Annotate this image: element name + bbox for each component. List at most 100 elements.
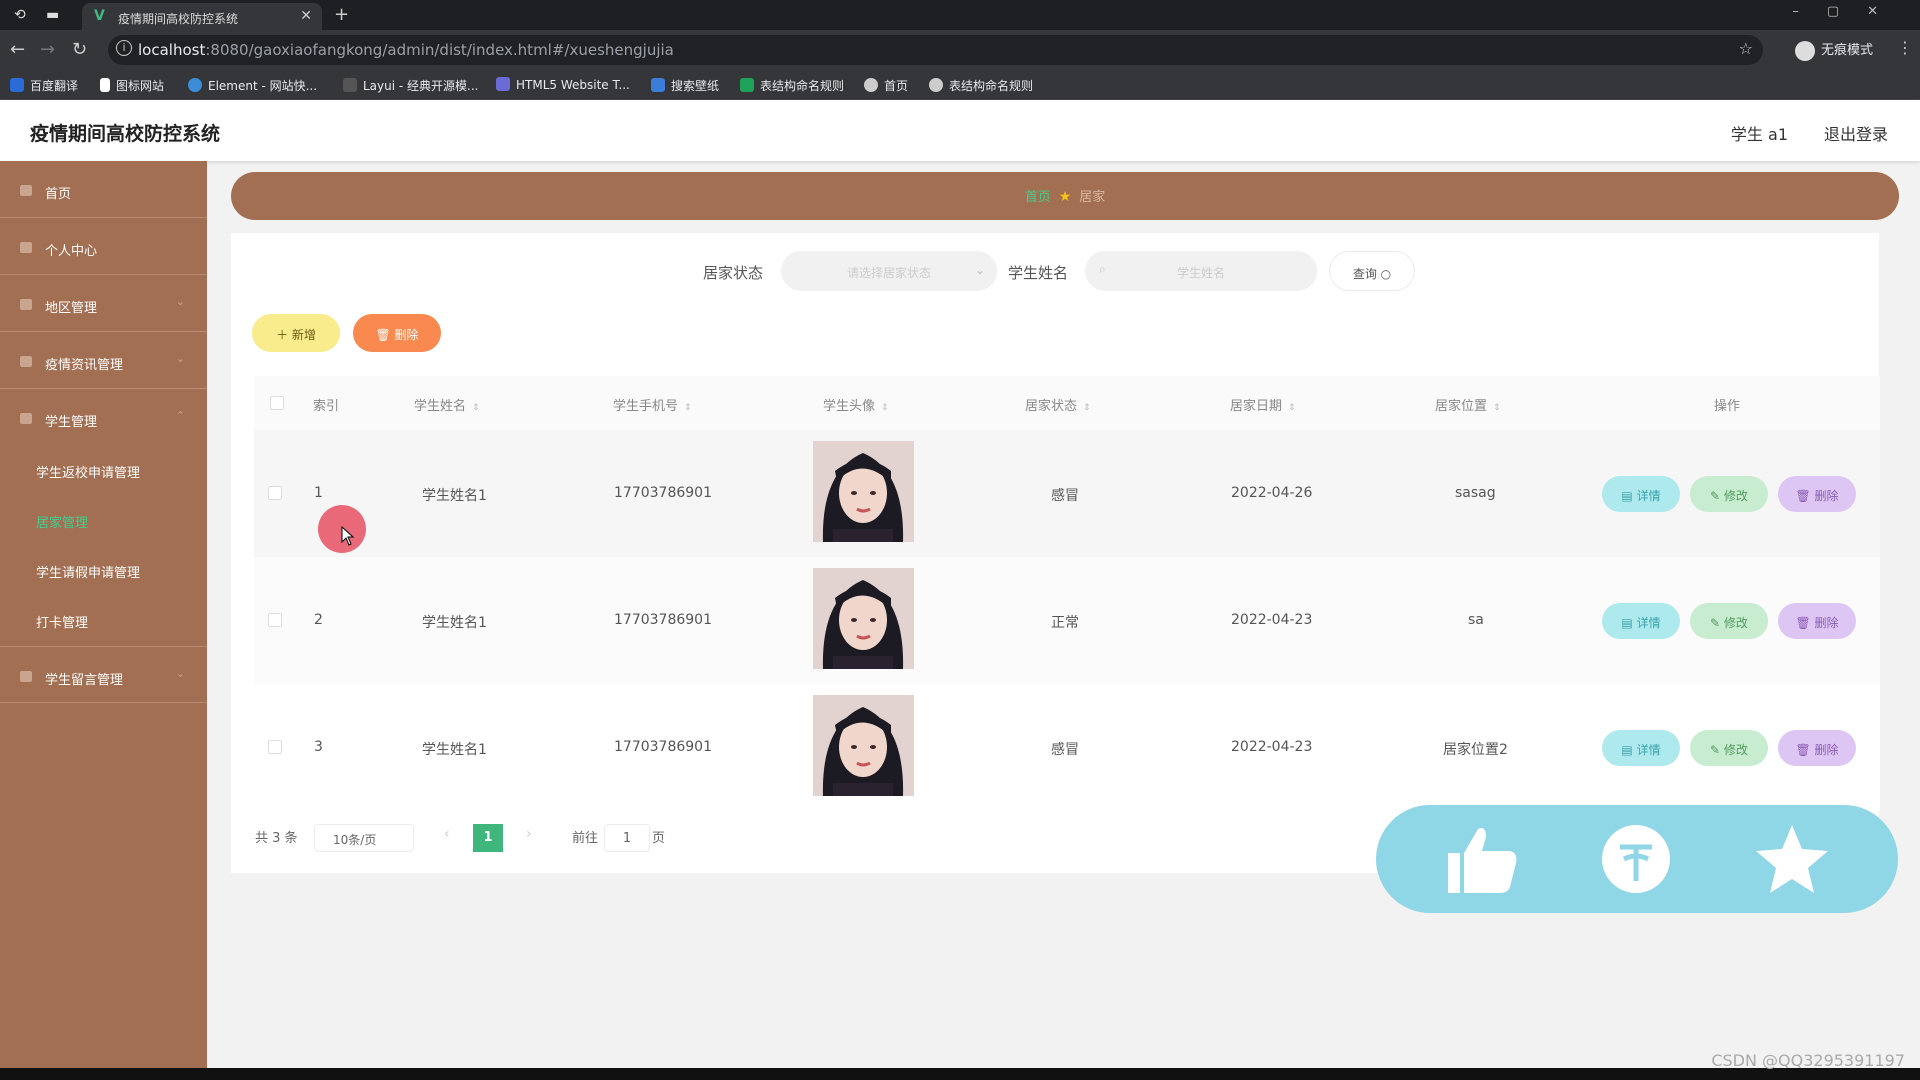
column-header-avatar[interactable]: 学生头像 ⇕ (823, 395, 889, 414)
goto-suffix: 页 (652, 831, 666, 846)
url-field[interactable]: i localhost:8080/gaoxiaofangkong/admin/d… (108, 35, 1763, 65)
sort-icon[interactable]: ⇕ (1288, 403, 1296, 413)
bookmark-item[interactable]: 图标网站 (100, 77, 164, 94)
delete-button[interactable]: 🗑 删除 (1778, 730, 1856, 766)
back-icon[interactable]: ← (10, 39, 25, 60)
tab-close-icon[interactable]: ✕ (300, 8, 312, 24)
bookmark-item[interactable]: 百度翻译 (10, 77, 78, 94)
window-controls[interactable]: –▢✕ (1792, 4, 1906, 19)
sort-icon[interactable]: ⇕ (1083, 403, 1091, 413)
search-icon: ⌕ (1099, 262, 1106, 276)
sidebar-sub-home-quarantine[interactable]: 居家管理 (36, 512, 88, 531)
cell-phone: 17703786901 (614, 739, 712, 755)
sort-icon[interactable]: ⇕ (472, 403, 480, 413)
add-button-label: 新增 (291, 328, 316, 342)
bookmark-star-icon[interactable]: ☆ (1739, 39, 1753, 58)
delete-button[interactable]: 🗑 删除 (1778, 476, 1856, 512)
next-page-icon[interactable]: › (526, 826, 532, 842)
sidebar-item-home[interactable]: 首页 (0, 161, 207, 218)
edit-button[interactable]: ✎ 修改 (1690, 476, 1768, 512)
cell-location: sa (1468, 612, 1484, 628)
status-select[interactable]: 请选择居家状态 ⌄ (781, 251, 997, 291)
bottom-bar (0, 1068, 1920, 1080)
row-checkbox[interactable] (268, 740, 282, 754)
column-header-phone[interactable]: 学生手机号 ⇕ (613, 395, 692, 414)
cell-date: 2022-04-23 (1231, 612, 1313, 628)
sidebar-item-label: 首页 (45, 187, 72, 202)
current-page-button[interactable]: 1 (473, 824, 503, 852)
floating-action-bar (1376, 805, 1898, 913)
row-checkbox[interactable] (268, 613, 282, 627)
bookmark-item[interactable]: 表结构命名规则 (929, 77, 1033, 94)
sidebar-sub-leave[interactable]: 学生请假申请管理 (36, 562, 140, 581)
name-filter-label: 学生姓名 (1008, 264, 1069, 282)
cell-location: 居家位置2 (1443, 742, 1508, 758)
browser-tab[interactable]: V 疫情期间高校防控系统 ✕ (82, 3, 322, 30)
cell-name: 学生姓名1 (422, 488, 487, 504)
sidebar-item-profile[interactable]: 个人中心 (0, 218, 207, 275)
edit-button[interactable]: ✎ 修改 (1690, 730, 1768, 766)
cell-name: 学生姓名1 (422, 615, 487, 631)
edit-button[interactable]: ✎ 修改 (1690, 603, 1768, 639)
app-root: 疫情期间高校防控系统 学生 a1 退出登录 首页 个人中心 地区管理 ⌄ 疫情资讯… (0, 100, 1920, 1068)
folder-icon (20, 413, 32, 424)
incognito-indicator[interactable]: 无痕模式 (1795, 39, 1873, 61)
kebab-menu-icon[interactable]: ⋮ (1897, 38, 1913, 57)
bookmark-item[interactable]: 首页 (864, 77, 908, 94)
bookmark-item[interactable]: Layui - 经典开源模... (343, 77, 478, 94)
site-info-icon[interactable]: i (116, 40, 132, 56)
browser-menu-icon[interactable]: ⟲ (14, 7, 26, 23)
query-button[interactable]: 查询 ○ (1329, 251, 1415, 291)
detail-button[interactable]: ▤ 详情 (1602, 476, 1680, 512)
tab-search-icon[interactable]: ▬ (46, 7, 59, 23)
prev-page-icon[interactable]: ‹ (444, 826, 450, 842)
select-all-checkbox[interactable] (270, 396, 284, 410)
sidebar-item-messages[interactable]: 学生留言管理 ⌄ (0, 646, 207, 703)
app-header: 疫情期间高校防控系统 学生 a1 退出登录 (0, 100, 1920, 161)
bulk-delete-button[interactable]: 🗑 删除 (353, 314, 441, 352)
sidebar-sub-checkin[interactable]: 打卡管理 (36, 612, 88, 631)
logout-link[interactable]: 退出登录 (1824, 121, 1888, 145)
cell-phone: 17703786901 (614, 485, 712, 501)
sort-icon[interactable]: ⇕ (684, 403, 692, 413)
sort-icon[interactable]: ⇕ (1493, 403, 1501, 413)
chevron-down-icon: ⌄ (974, 263, 985, 277)
sidebar-item-news[interactable]: 疫情资讯管理 ⌄ (0, 332, 207, 389)
cell-status: 感冒 (1051, 488, 1079, 504)
breadcrumb-home[interactable]: 首页 (1025, 190, 1051, 205)
coin-icon[interactable] (1596, 823, 1676, 895)
sidebar-item-label: 地区管理 (45, 301, 98, 316)
sidebar-item-region[interactable]: 地区管理 ⌄ (0, 275, 207, 332)
bookmark-item[interactable]: 表结构命名规则 (740, 77, 844, 94)
goto-page-input[interactable]: 1 (604, 824, 650, 852)
forward-icon[interactable]: → (40, 39, 55, 60)
chevron-down-icon: ⌄ (175, 352, 185, 365)
delete-button[interactable]: 🗑 删除 (1778, 603, 1856, 639)
bookmark-item[interactable]: 搜索壁纸 (651, 77, 719, 94)
row-checkbox[interactable] (268, 486, 282, 500)
page-size-value: 10条/页 (333, 833, 377, 847)
thumbs-up-icon[interactable] (1440, 823, 1520, 895)
detail-button[interactable]: ▤ 详情 (1602, 730, 1680, 766)
chart-icon (20, 671, 32, 682)
sidebar-sub-return[interactable]: 学生返校申请管理 (36, 462, 140, 481)
reload-icon[interactable]: ↻ (72, 39, 87, 60)
column-header-date[interactable]: 居家日期 ⇕ (1230, 395, 1296, 414)
new-tab-icon[interactable]: + (334, 4, 349, 25)
column-header-name[interactable]: 学生姓名 ⇕ (414, 395, 480, 414)
cell-index: 1 (314, 485, 323, 501)
name-search-input[interactable]: ⌕ 学生姓名 (1085, 251, 1317, 291)
bookmark-item[interactable]: HTML5 Website T... (496, 77, 630, 92)
sort-icon[interactable]: ⇕ (881, 403, 889, 413)
detail-button[interactable]: ▤ 详情 (1602, 603, 1680, 639)
column-header-location[interactable]: 居家位置 ⇕ (1435, 395, 1501, 414)
sidebar-item-students[interactable]: 学生管理 ⌃ (0, 389, 207, 446)
bookmark-item[interactable]: Element - 网站快... (188, 77, 317, 94)
chevron-down-icon: ⌄ (175, 667, 185, 680)
star-icon[interactable] (1752, 823, 1832, 895)
status-select-placeholder: 请选择居家状态 (846, 266, 931, 280)
page-size-select[interactable]: 10条/页 (314, 824, 414, 852)
column-header-status[interactable]: 居家状态 ⇕ (1025, 395, 1091, 414)
add-button[interactable]: ＋ 新增 (252, 314, 340, 352)
sidebar-item-label: 学生管理 (45, 415, 98, 430)
